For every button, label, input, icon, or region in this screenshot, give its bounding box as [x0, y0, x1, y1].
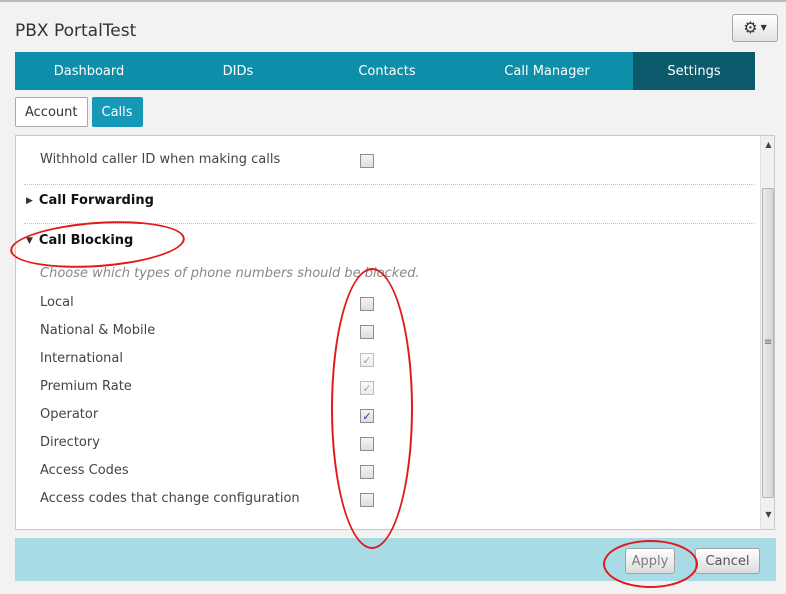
block-directory-label: Directory: [40, 435, 100, 450]
tab-call-manager[interactable]: Call Manager: [461, 52, 633, 90]
divider: [24, 223, 754, 224]
call-forwarding-title: Call Forwarding: [38, 193, 154, 208]
main-nav: Dashboard DIDs Contacts Call Manager Set…: [15, 52, 755, 90]
settings-menu-button[interactable]: ⚙ ▼: [732, 14, 778, 42]
block-premium-rate-label: Premium Rate: [40, 379, 132, 394]
grip-icon: ≡: [763, 337, 773, 348]
call-blocking-hint: Choose which types of phone numbers shou…: [40, 266, 420, 281]
block-national-mobile-checkbox[interactable]: [360, 325, 374, 339]
withhold-caller-id-checkbox[interactable]: [360, 154, 374, 168]
subtab-calls[interactable]: Calls: [91, 97, 143, 127]
collapse-arrow-icon: ▼: [26, 235, 33, 246]
scroll-up-arrow-icon[interactable]: ▲: [761, 140, 774, 154]
tab-contacts[interactable]: Contacts: [313, 52, 461, 90]
tab-settings[interactable]: Settings: [633, 52, 755, 90]
withhold-caller-id-label: Withhold caller ID when making calls: [40, 152, 281, 167]
call-blocking-title: Call Blocking: [38, 233, 134, 248]
block-access-codes-checkbox[interactable]: [360, 465, 374, 479]
tab-dashboard[interactable]: Dashboard: [15, 52, 163, 90]
cancel-button[interactable]: Cancel: [695, 548, 760, 574]
block-national-mobile-label: National & Mobile: [40, 323, 156, 338]
divider: [24, 184, 754, 185]
chevron-down-icon: ▼: [760, 23, 767, 32]
scroll-down-arrow-icon[interactable]: ▼: [761, 510, 774, 524]
block-config-access-codes-checkbox[interactable]: [360, 493, 374, 507]
header: PBX PortalTest ⚙ ▼: [0, 2, 786, 52]
call-blocking-header[interactable]: ▼ Call Blocking: [26, 233, 133, 248]
block-operator-checkbox[interactable]: ✓: [360, 409, 374, 423]
vertical-scrollbar[interactable]: ▲ ≡ ▼: [760, 136, 774, 529]
gear-icon: ⚙: [743, 18, 758, 37]
expand-arrow-icon: ▶: [26, 195, 33, 206]
block-config-access-codes-label: Access codes that change configuration: [40, 491, 300, 506]
subtab-account[interactable]: Account: [15, 97, 88, 127]
settings-content: Withhold caller ID when making calls ▶ C…: [16, 136, 758, 529]
page-title: PBX PortalTest: [15, 21, 137, 41]
block-local-checkbox[interactable]: [360, 297, 374, 311]
block-access-codes-label: Access Codes: [40, 463, 129, 478]
scrollbar-thumb[interactable]: ≡: [762, 188, 774, 498]
block-operator-label: Operator: [40, 407, 99, 422]
footer-bar: Apply Cancel: [15, 538, 776, 581]
subtabs: Account Calls: [15, 97, 143, 127]
settings-panel: Withhold caller ID when making calls ▶ C…: [15, 135, 775, 530]
block-premium-rate-checkbox[interactable]: ✓: [360, 381, 374, 395]
block-international-label: International: [40, 351, 123, 366]
block-local-label: Local: [40, 295, 74, 310]
block-directory-checkbox[interactable]: [360, 437, 374, 451]
apply-button[interactable]: Apply: [625, 548, 675, 574]
block-international-checkbox[interactable]: ✓: [360, 353, 374, 367]
tab-dids[interactable]: DIDs: [163, 52, 313, 90]
call-forwarding-header[interactable]: ▶ Call Forwarding: [26, 193, 154, 208]
